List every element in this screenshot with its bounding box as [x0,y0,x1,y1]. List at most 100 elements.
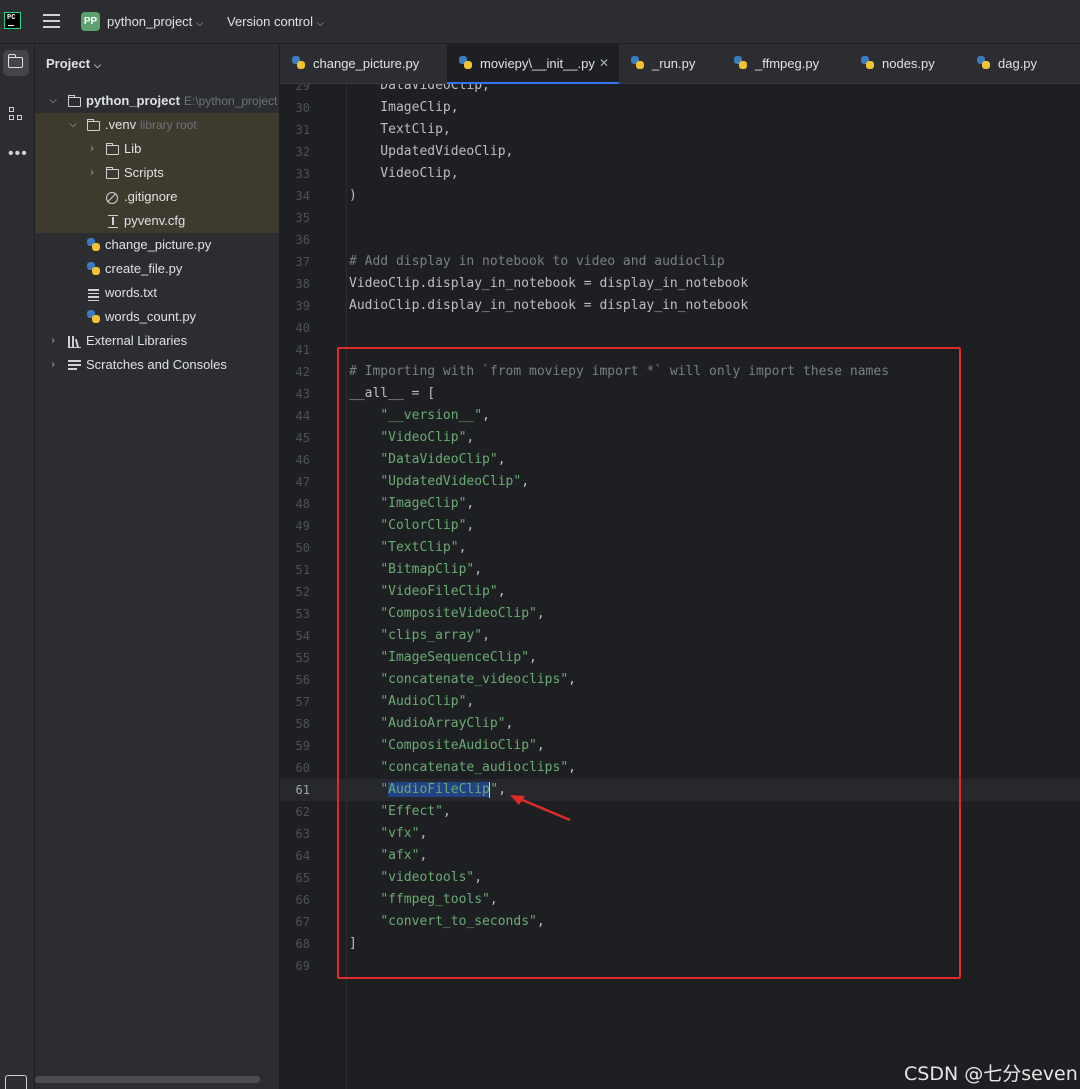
structure-tool-button[interactable] [3,101,29,127]
line-number: 59 [295,739,310,753]
folder-icon [105,167,119,179]
collapsed-arrow-icon[interactable]: › [87,161,97,185]
code-line[interactable]: 38 VideoClip.display_in_notebook = displa… [280,273,1080,295]
line-number: 47 [295,475,310,489]
ignore-file-icon [106,192,118,204]
code-line[interactable]: 34) [280,185,1080,207]
tree-item-path: E:\python_project [184,94,278,108]
line-number: 46 [295,453,310,467]
project-switcher[interactable]: python_project ⌵ [107,14,203,29]
tab-label: dag.py [998,56,1038,71]
tree-item-label: Scratches and Consoles [86,357,227,372]
expand-arrow-icon[interactable]: ⌵ [48,89,58,113]
chevron-down-icon: ⌵ [196,18,204,28]
line-number: 63 [295,827,310,841]
line-number: 38 [295,277,310,291]
code-text: ) [349,188,357,203]
folder-icon [86,119,100,131]
code-text: ImageClip, [349,100,459,115]
collapsed-arrow-icon[interactable]: › [48,353,58,377]
panel-title: Project [46,56,91,71]
code-line[interactable]: 35 [280,207,1080,229]
line-number: 68 [295,937,310,951]
tab-change-picture[interactable]: change_picture.py [280,44,446,83]
code-line[interactable]: 29 DataVideoClip, [280,84,1080,97]
line-number: 40 [295,321,310,335]
line-number: 61 [295,783,310,797]
project-panel-header[interactable]: Project ⌵ [46,56,101,71]
tree-item-python-project[interactable]: ⌵ python_project E:\python_project [35,89,279,113]
close-tab-icon[interactable]: ✕ [599,44,609,83]
csdn-watermark: CSDN @七分seven [904,1063,1078,1085]
python-file-icon [734,56,748,70]
tree-item-lib[interactable]: › Lib [35,137,279,161]
tab-run[interactable]: _run.py [619,44,721,83]
tree-item-suffix: library root [140,118,197,132]
annotation-highlight-box [337,347,961,979]
tree-item-label: pyvenv.cfg [124,213,186,228]
project-panel-scrollbar[interactable] [35,1076,260,1083]
tab-moviepy-init[interactable]: moviepy\__init__.py ✕ [447,44,619,84]
code-text: VideoClip.display_in_notebook = display_… [349,276,749,291]
line-number: 45 [295,431,310,445]
code-line[interactable]: 30 ImageClip, [280,97,1080,119]
collapsed-arrow-icon[interactable]: › [87,137,97,161]
python-file-icon [87,262,101,276]
code-line[interactable]: 33 VideoClip, [280,163,1080,185]
tree-item-label: python_project [86,93,180,108]
main-menu-icon[interactable] [43,14,60,29]
project-badge[interactable]: PP [81,12,100,31]
pycharm-logo-icon[interactable]: PC [4,12,21,29]
tab-label: nodes.py [882,56,935,71]
expand-arrow-icon[interactable]: ⌵ [68,113,78,137]
tab-ffmpeg[interactable]: _ffmpeg.py [722,44,848,83]
tree-item-change-picture[interactable]: change_picture.py [35,233,279,257]
line-number: 32 [295,145,310,159]
code-line[interactable]: 31 TextClip, [280,119,1080,141]
tree-item-external-libraries[interactable]: › External Libraries [35,329,279,353]
run-tool-icon[interactable] [5,1075,27,1089]
collapsed-arrow-icon[interactable]: › [48,329,58,353]
line-number: 51 [295,563,310,577]
line-number: 43 [295,387,310,401]
version-control-label: Version control [227,14,313,29]
code-text: # Add display in notebook to video and a… [349,254,725,269]
more-icon: ••• [8,145,28,162]
code-line[interactable]: 39 AudioClip.display_in_notebook = displa… [280,295,1080,317]
line-number: 42 [295,365,310,379]
more-tools-button[interactable]: ••• [3,141,29,167]
line-number: 57 [295,695,310,709]
line-number: 60 [295,761,310,775]
line-number: 41 [295,343,310,357]
code-line[interactable]: 32 UpdatedVideoClip, [280,141,1080,163]
tree-item-gitignore[interactable]: .gitignore [35,185,279,209]
tree-item-label: create_file.py [105,261,183,276]
code-line[interactable]: 36 [280,229,1080,251]
line-number: 54 [295,629,310,643]
line-number: 50 [295,541,310,555]
tree-item-scripts[interactable]: › Scripts [35,161,279,185]
code-text: DataVideoClip, [349,84,490,93]
tree-item-scratches[interactable]: › Scratches and Consoles [35,353,279,377]
annotation-arrow-icon [510,795,571,822]
project-tool-button[interactable] [3,50,29,76]
line-number: 44 [295,409,310,423]
tree-item-create-file[interactable]: create_file.py [35,257,279,281]
line-number: 30 [295,101,310,115]
tree-item-words-txt[interactable]: words.txt [35,281,279,305]
version-control-menu[interactable]: Version control ⌵ [227,14,324,29]
chevron-down-icon: ⌵ [94,60,101,70]
code-line[interactable]: 40 [280,317,1080,339]
tab-dag[interactable]: dag.py [965,44,1065,83]
tree-item-pyvenv-cfg[interactable]: pyvenv.cfg [35,209,279,233]
tree-item-words-count[interactable]: words_count.py [35,305,279,329]
tab-nodes[interactable]: nodes.py [849,44,965,83]
line-number: 49 [295,519,310,533]
code-line[interactable]: 37 # Add display in notebook to video and… [280,251,1080,273]
line-number: 58 [295,717,310,731]
tab-label: _ffmpeg.py [755,56,820,71]
structure-icon [9,107,23,121]
tree-item-label: change_picture.py [105,237,212,252]
tree-item-venv[interactable]: ⌵ .venv library root [35,113,279,137]
library-icon [68,336,81,349]
